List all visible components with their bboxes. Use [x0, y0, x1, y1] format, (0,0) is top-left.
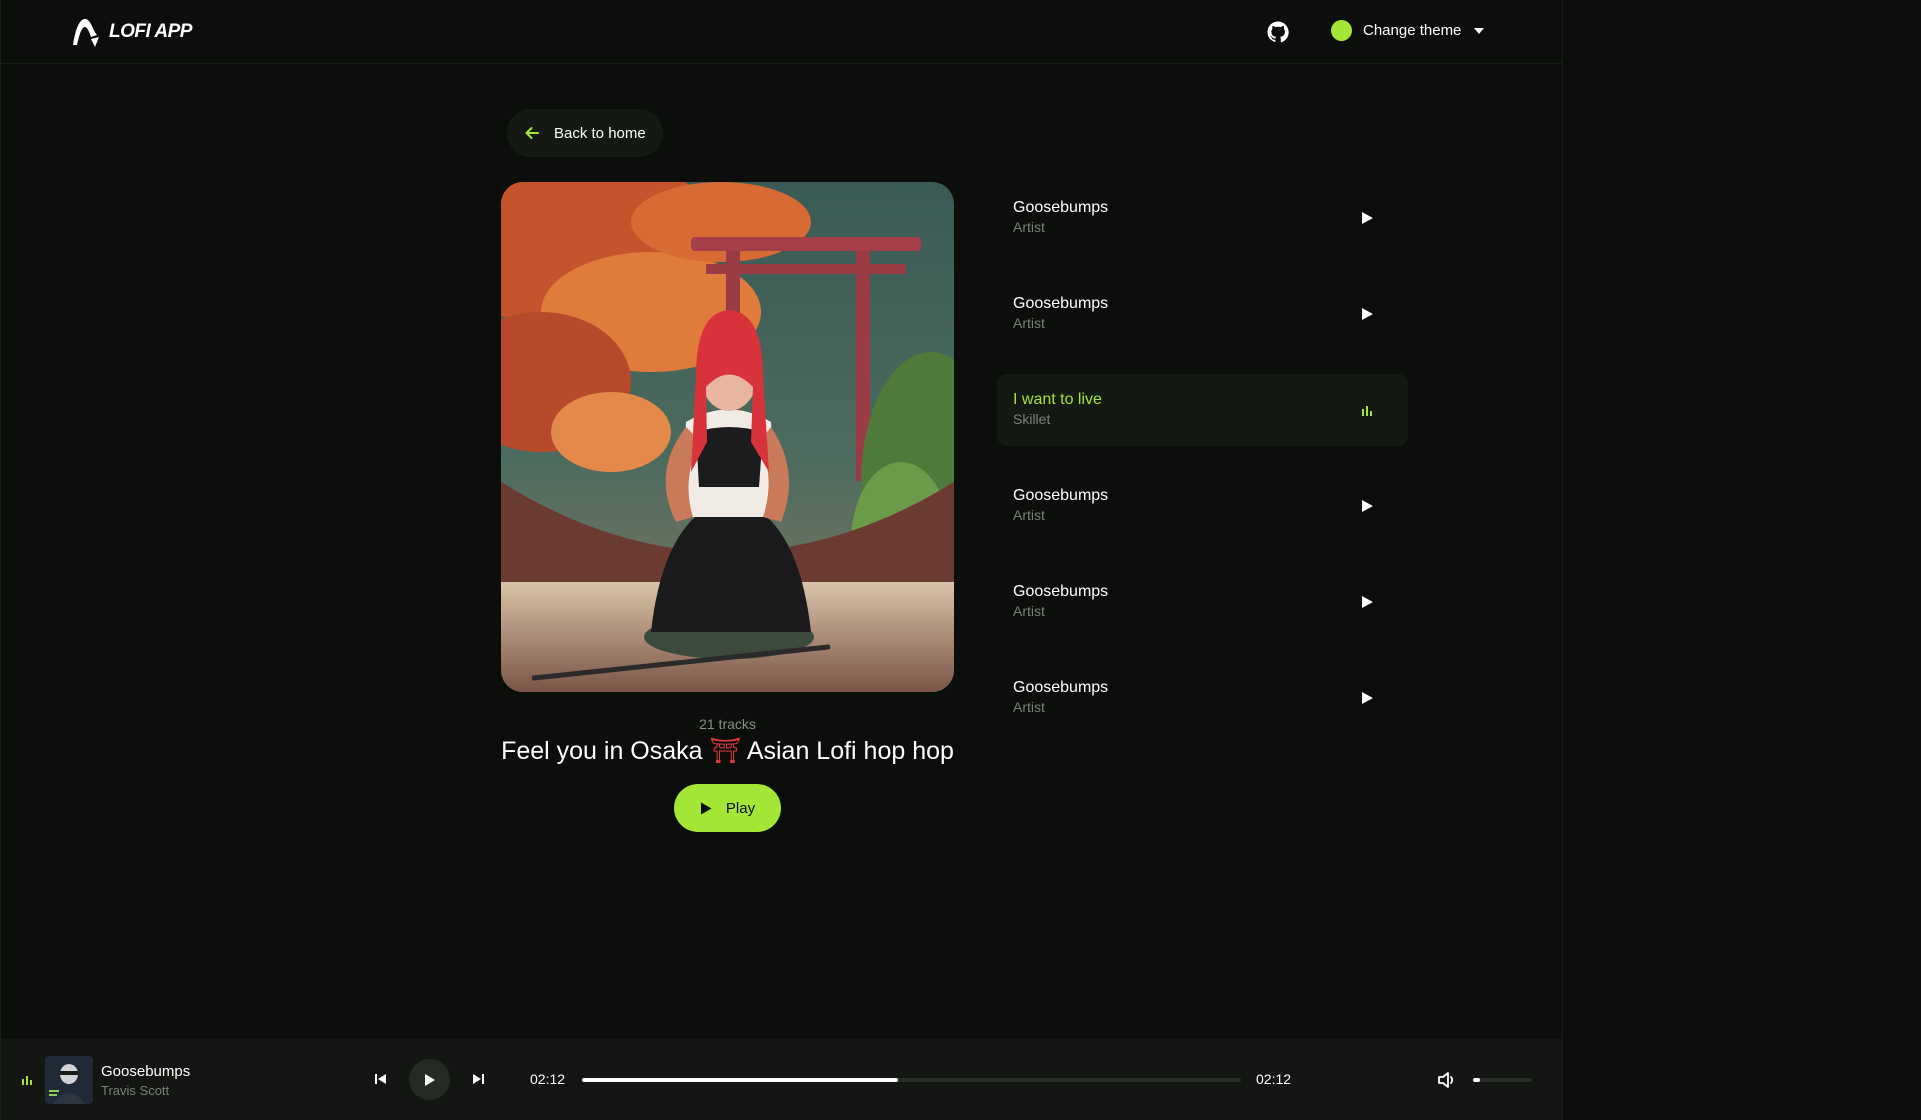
logo-icon	[73, 19, 99, 47]
progress-fill	[582, 1078, 899, 1082]
volume-fill	[1473, 1078, 1481, 1082]
track-title: I want to live	[1013, 391, 1102, 408]
playlist-cover-image	[501, 182, 954, 692]
track-item[interactable]: Goosebumps Artist	[997, 662, 1408, 734]
track-list: Goosebumps Artist Goosebumps Artist I wa…	[997, 182, 1408, 758]
play-icon[interactable]	[1360, 691, 1374, 705]
track-item[interactable]: Goosebumps Artist	[997, 470, 1408, 542]
top-header: LOFI APP Change theme	[1, 0, 1562, 64]
track-title: Goosebumps	[1013, 583, 1109, 600]
track-title: Goosebumps	[1013, 199, 1109, 216]
track-artist: Skillet	[1013, 411, 1051, 427]
skip-back-icon[interactable]	[373, 1071, 389, 1087]
total-time: 02:12	[1256, 1071, 1292, 1087]
track-artist: Artist	[1013, 699, 1045, 715]
play-playlist-button[interactable]: Play	[674, 784, 781, 832]
volume-icon[interactable]	[1436, 1069, 1458, 1091]
now-playing-artist: Travis Scott	[101, 1083, 170, 1098]
track-title: Goosebumps	[1013, 487, 1109, 504]
play-icon[interactable]	[1360, 307, 1374, 321]
progress-slider[interactable]	[582, 1078, 1241, 1082]
equalizer-icon	[1362, 406, 1372, 416]
back-label: Back to home	[554, 124, 646, 142]
play-pause-button[interactable]	[409, 1059, 450, 1100]
torii-gate-icon: ⛩	[709, 737, 742, 765]
track-artist: Artist	[1013, 507, 1045, 523]
app-window: LOFI APP Change theme Back to home 21 tr…	[0, 0, 1563, 1120]
current-time: 02:12	[530, 1071, 566, 1087]
play-icon[interactable]	[1360, 595, 1374, 609]
now-playing-title: Goosebumps	[101, 1063, 191, 1080]
track-item-active[interactable]: I want to live Skillet	[997, 374, 1408, 446]
skip-forward-icon[interactable]	[470, 1071, 486, 1087]
track-title: Goosebumps	[1013, 679, 1109, 696]
track-artist: Artist	[1013, 603, 1045, 619]
logo-text: LOFI APP	[109, 21, 192, 42]
change-theme-dropdown[interactable]: Change theme	[1331, 20, 1485, 41]
track-artist: Artist	[1013, 219, 1045, 235]
back-to-home-button[interactable]: Back to home	[507, 109, 663, 157]
equalizer-icon	[22, 1076, 32, 1085]
tracks-count: 21 tracks	[699, 716, 756, 732]
playlist-title: Feel you in Osaka ⛩ Asian Lofi hop hop	[451, 737, 1004, 766]
logo[interactable]: LOFI APP	[69, 15, 192, 49]
volume-slider[interactable]	[1473, 1078, 1532, 1082]
theme-label: Change theme	[1363, 22, 1462, 39]
theme-color-swatch	[1331, 20, 1352, 41]
arrow-left-icon	[525, 127, 539, 139]
playlist-title-part2: Asian Lofi hop hop	[741, 737, 954, 765]
play-icon	[700, 802, 712, 814]
play-icon[interactable]	[1360, 211, 1374, 225]
github-icon[interactable]	[1266, 20, 1290, 44]
chevron-down-icon	[1474, 27, 1485, 34]
track-item[interactable]: Goosebumps Artist	[997, 566, 1408, 638]
play-icon	[425, 1073, 435, 1086]
track-item[interactable]: Goosebumps Artist	[997, 278, 1408, 350]
play-icon[interactable]	[1360, 499, 1374, 513]
track-title: Goosebumps	[1013, 295, 1109, 312]
play-button-label: Play	[725, 799, 756, 817]
track-item[interactable]: Goosebumps Artist	[997, 182, 1408, 254]
now-playing-thumbnail	[45, 1056, 93, 1104]
playlist-title-part1: Feel you in Osaka	[501, 737, 710, 765]
track-artist: Artist	[1013, 315, 1045, 331]
